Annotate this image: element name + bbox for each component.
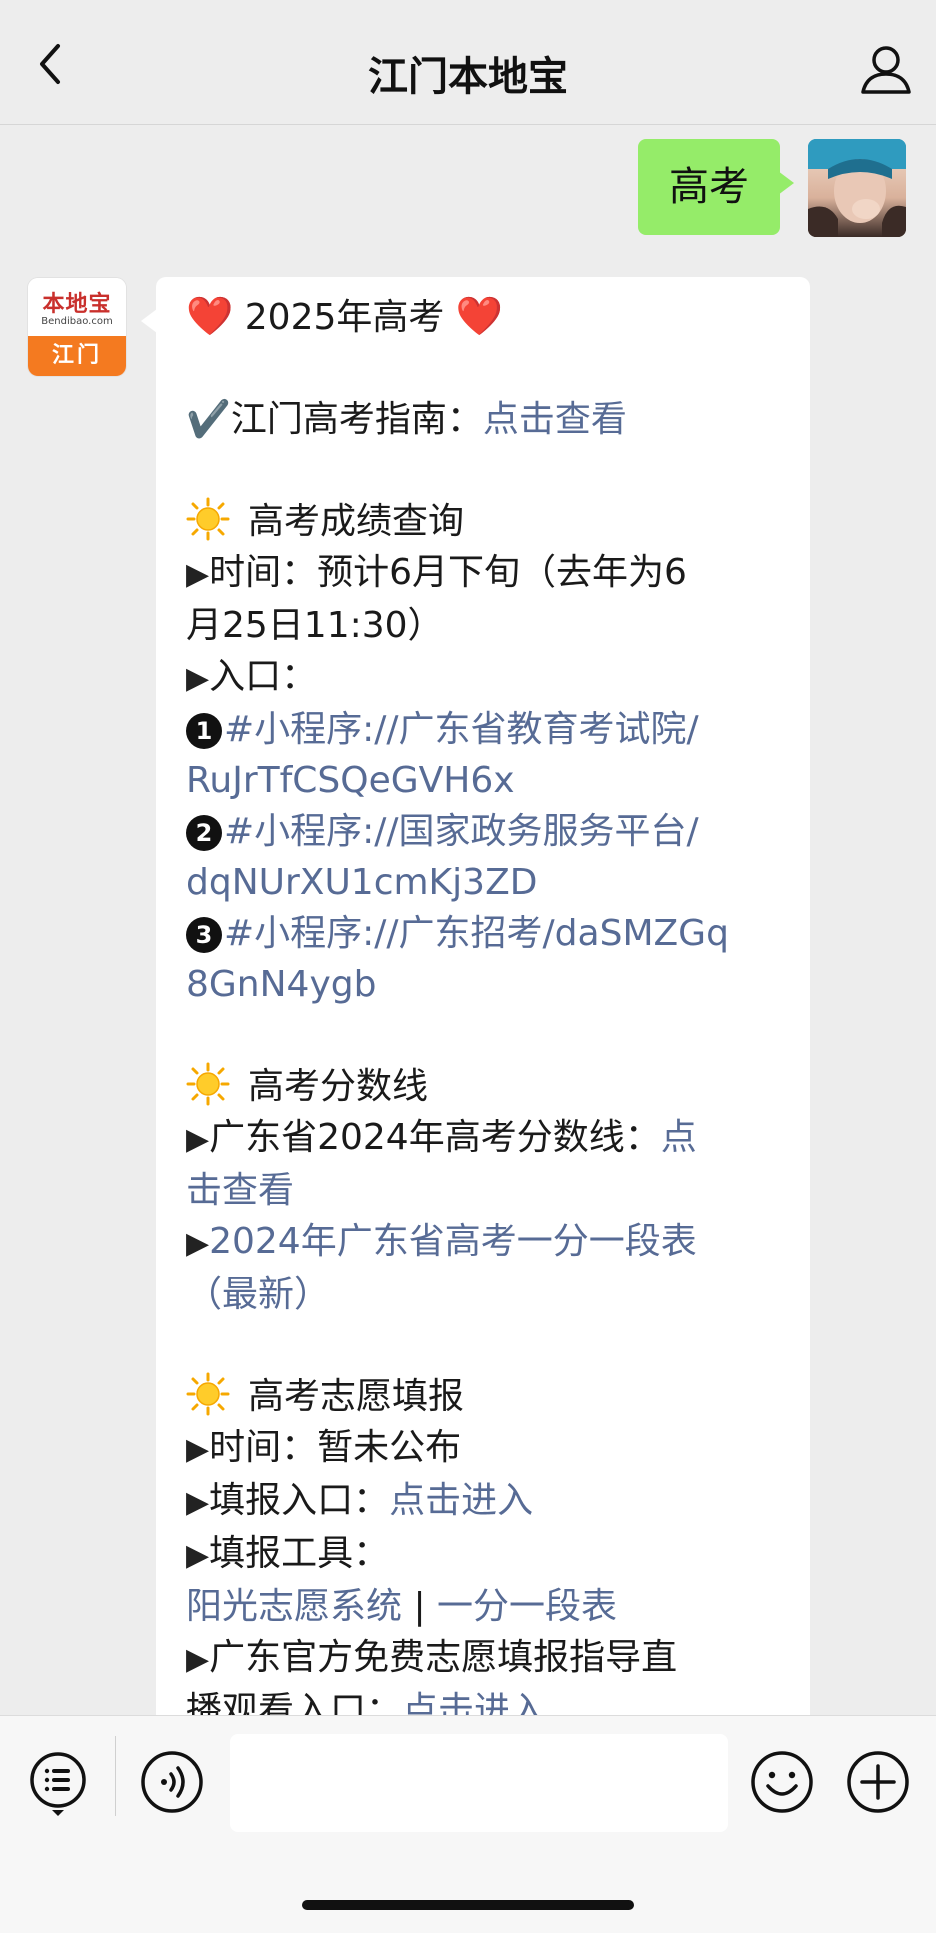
application-heading: 高考志愿填报 [248, 1376, 465, 1417]
message-input[interactable] [230, 1734, 728, 1832]
application-time-label: 时间： [209, 1427, 318, 1468]
my-message-bubble[interactable]: 高考 [638, 139, 794, 235]
heart-icon: ❤️ [455, 294, 504, 338]
play-triangle-icon: ▶ [186, 1226, 210, 1261]
my-avatar[interactable] [808, 139, 906, 237]
bot-message-content: ❤️ 2025年高考 ❤️ ✔️江门高考指南：点击查看 高考成绩查询 ▶时间：预… [186, 291, 796, 1715]
application-tool-links: 阳光志愿系统 | 一分一段表 [186, 1581, 796, 1632]
application-time-value: 暂未公布 [317, 1427, 462, 1468]
chat-area[interactable]: 高考 本地宝 Bendibao.com 江门 ❤️ 2025年高考 ❤️ ✔️江… [0, 125, 936, 1715]
score-line-item1: ▶广东省2024年高考分数线：点 [186, 1112, 796, 1165]
application-entry-link[interactable]: 点击进入 [389, 1480, 533, 1521]
application-time-line: ▶时间：暂未公布 [186, 1422, 796, 1475]
guide-line: ✔️江门高考指南：点击查看 [186, 394, 796, 445]
entry-3-link-cont[interactable]: 8GnN4ygb [186, 959, 796, 1010]
plus-icon [847, 1751, 909, 1813]
brand-city: 江门 [28, 336, 126, 376]
play-triangle-icon: ▶ [186, 661, 210, 696]
menu-button[interactable] [28, 1750, 88, 1820]
score-line-item1-link[interactable]: 点 [661, 1117, 697, 1158]
application-entry-label: 填报入口： [209, 1480, 390, 1521]
play-triangle-icon: ▶ [186, 1432, 210, 1467]
emoji-icon [751, 1751, 813, 1813]
message-title-line: ❤️ 2025年高考 ❤️ [186, 291, 796, 343]
emoji-button[interactable] [750, 1750, 814, 1814]
application-guide-text: 广东官方免费志愿填报指导直 [209, 1637, 678, 1678]
score-line-item2-link-cont[interactable]: （最新） [186, 1269, 796, 1320]
play-triangle-icon: ▶ [186, 1122, 210, 1157]
sunshine-system-link[interactable]: 阳光志愿系统 [186, 1586, 402, 1627]
tool-separator: | [402, 1586, 438, 1627]
entry-2-link-cont[interactable]: dqNUrXU1cmKj3ZD [186, 857, 796, 908]
score-time-value: 预计6月下旬（去年为6 [317, 552, 687, 593]
home-indicator[interactable] [302, 1900, 634, 1910]
voice-icon [141, 1751, 203, 1813]
number-2-icon: 2 [186, 815, 222, 851]
score-entry-label: 入口： [209, 656, 318, 697]
application-guide-text-cont: 播观看入口： [186, 1690, 403, 1715]
application-guide-link[interactable]: 点击进入 [402, 1690, 546, 1715]
user-icon [861, 46, 911, 94]
entry-1-line: 1 #小程序://广东省教育考试院/ [186, 704, 796, 755]
plus-button[interactable] [846, 1750, 910, 1814]
score-table-link[interactable]: 一分一段表 [437, 1586, 617, 1627]
bot-message-bubble: ❤️ 2025年高考 ❤️ ✔️江门高考指南：点击查看 高考成绩查询 ▶时间：预… [141, 277, 810, 1715]
heart-icon: ❤️ [186, 294, 234, 338]
input-divider [115, 1736, 116, 1816]
application-tool-line: ▶填报工具： [186, 1528, 796, 1581]
score-entry-line: ▶入口： [186, 651, 796, 704]
score-line-item2-link[interactable]: 2024年广东省高考一分一段表 [209, 1221, 697, 1262]
score-line-item1-link-cont[interactable]: 击查看 [186, 1165, 796, 1216]
score-query-heading: 高考成绩查询 [248, 501, 465, 542]
score-time-line: ▶时间：预计6月下旬（去年为6 [186, 547, 796, 600]
number-1-icon: 1 [186, 713, 222, 749]
number-3-icon: 3 [186, 917, 222, 953]
application-guide-line-2: 播观看入口：点击进入 [186, 1685, 796, 1715]
score-time-line-2: 月25日11:30） [186, 605, 444, 646]
entry-2-line: 2 #小程序://国家政务服务平台/ [186, 806, 796, 857]
play-triangle-icon: ▶ [186, 1485, 210, 1520]
score-line-item1-text: 广东省2024年高考分数线： [209, 1117, 661, 1158]
guide-label: 江门高考指南： [230, 399, 483, 440]
brand-domain: Bendibao.com [41, 316, 113, 327]
score-line-heading: 高考分数线 [248, 1066, 429, 1107]
entry-3-link[interactable]: #小程序://广东招考/daSMZGq [224, 913, 729, 954]
application-guide-line: ▶广东官方免费志愿填报指导直 [186, 1632, 796, 1685]
voice-button[interactable] [140, 1750, 204, 1814]
entry-1-link-cont[interactable]: RuJrTfCSQeGVH6x [186, 755, 796, 806]
score-query-heading-line: 高考成绩查询 [186, 496, 796, 547]
message-title: 2025年高考 [244, 297, 445, 338]
play-triangle-icon: ▶ [186, 1642, 210, 1677]
score-line-item2: ▶2024年广东省高考一分一段表 [186, 1216, 796, 1269]
entry-2-link[interactable]: #小程序://国家政务服务平台/ [224, 811, 699, 852]
sun-icon [186, 497, 230, 541]
brand-logo-text: 本地宝 [42, 292, 112, 317]
score-time-label: 时间： [209, 552, 318, 593]
play-triangle-icon: ▶ [186, 557, 210, 592]
sun-icon [186, 1372, 230, 1416]
guide-link[interactable]: 点击查看 [483, 399, 627, 440]
play-triangle-icon: ▶ [186, 1538, 210, 1573]
application-heading-line: 高考志愿填报 [186, 1371, 796, 1422]
bot-avatar[interactable]: 本地宝 Bendibao.com 江门 [28, 278, 126, 376]
chat-title: 江门本地宝 [368, 54, 568, 100]
check-icon: ✔️ [186, 399, 231, 440]
entry-1-link[interactable]: #小程序://广东省教育考试院/ [224, 709, 699, 750]
chat-header: 江门本地宝 [0, 0, 936, 125]
menu-list-icon [30, 1752, 86, 1816]
application-entry-line: ▶填报入口：点击进入 [186, 1475, 796, 1528]
sun-icon [186, 1062, 230, 1106]
avatar-photo-icon [808, 139, 906, 237]
profile-button[interactable] [858, 44, 914, 96]
score-line-heading-line: 高考分数线 [186, 1061, 796, 1112]
entry-3-line: 3 #小程序://广东招考/daSMZGq [186, 908, 796, 959]
application-tool-label: 填报工具： [209, 1533, 390, 1574]
